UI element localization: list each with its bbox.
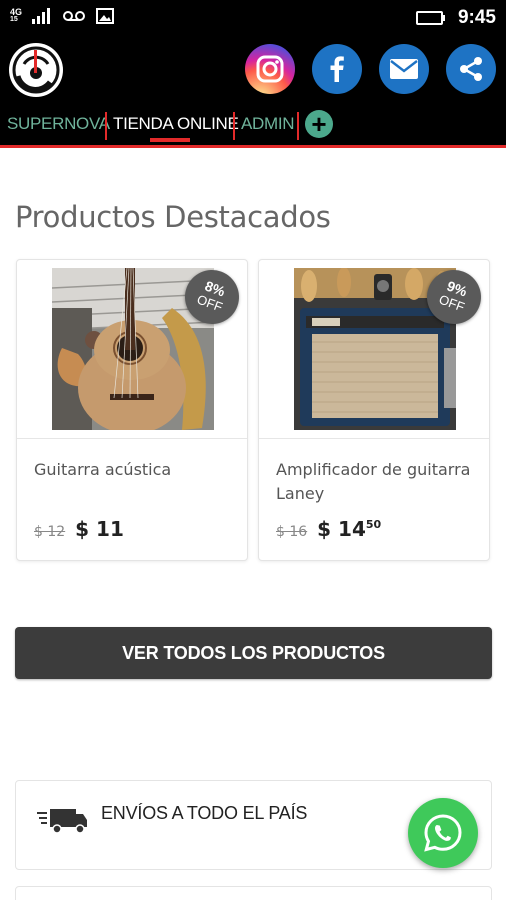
whatsapp-icon bbox=[424, 814, 462, 852]
new-price-value: $ 11 bbox=[75, 517, 124, 541]
nav-separator bbox=[297, 112, 299, 140]
old-price: $ 16 bbox=[276, 524, 308, 540]
status-left: 4G 15 bbox=[10, 8, 115, 24]
old-price: $ 12 bbox=[34, 524, 66, 540]
info-box bbox=[15, 886, 492, 900]
share-icon bbox=[460, 57, 482, 81]
new-price-value: $ 14 bbox=[317, 517, 366, 541]
view-all-products-button[interactable]: VER TODOS LOS PRODUCTOS bbox=[15, 627, 492, 679]
share-button[interactable] bbox=[446, 44, 496, 94]
nav-separator bbox=[233, 112, 235, 140]
facebook-button[interactable] bbox=[312, 44, 362, 94]
image-icon bbox=[96, 8, 115, 24]
tab-tienda-online[interactable]: TIENDA ONLINE bbox=[113, 114, 239, 134]
status-bar: 4G 15 9:45 bbox=[0, 0, 506, 36]
facebook-icon bbox=[330, 56, 344, 82]
mail-icon bbox=[390, 59, 418, 79]
app-header: SUPERNOVA TIENDA ONLINE ADMIN + bbox=[0, 36, 506, 148]
product-card[interactable]: 9% OFF Amplificador de guitarra Laney $ … bbox=[258, 259, 490, 561]
status-right: 9:45 bbox=[415, 7, 496, 29]
active-tab-indicator bbox=[150, 138, 190, 142]
nav-separator bbox=[105, 112, 107, 140]
header-divider bbox=[0, 145, 506, 148]
delivery-truck-icon bbox=[37, 809, 87, 834]
instagram-button[interactable] bbox=[245, 44, 295, 94]
shipping-label: ENVÍOS A TODO EL PAÍS bbox=[101, 803, 308, 823]
new-price-cents: 50 bbox=[365, 518, 382, 531]
email-button[interactable] bbox=[379, 44, 429, 94]
clock: 9:45 bbox=[457, 7, 496, 28]
network-indicator: 4G 15 bbox=[10, 8, 22, 24]
new-price: $ 1450 bbox=[317, 517, 381, 541]
product-prices: $ 16 $ 1450 bbox=[276, 517, 381, 541]
top-nav: SUPERNOVA TIENDA ONLINE ADMIN bbox=[0, 106, 506, 146]
voicemail-icon bbox=[63, 11, 86, 21]
section-title: Productos Destacados bbox=[15, 200, 331, 234]
product-prices: $ 12 $ 11 bbox=[34, 517, 124, 541]
product-card[interactable]: 8% OFF Guitarra acústica $ 12 $ 11 bbox=[16, 259, 248, 561]
card-divider bbox=[259, 438, 489, 439]
tab-admin[interactable]: ADMIN bbox=[241, 114, 295, 134]
tab-supernova[interactable]: SUPERNOVA bbox=[7, 114, 110, 134]
product-name[interactable]: Guitarra acústica bbox=[34, 458, 234, 482]
signal-icon bbox=[32, 8, 51, 24]
card-divider bbox=[17, 438, 247, 439]
add-tab-button[interactable]: + bbox=[305, 110, 333, 138]
supernova-logo[interactable] bbox=[8, 42, 64, 98]
new-price: $ 11 bbox=[75, 517, 124, 541]
instagram-icon bbox=[256, 55, 284, 83]
battery-icon bbox=[415, 11, 445, 25]
product-name[interactable]: Amplificador de guitarra Laney bbox=[276, 458, 476, 506]
network-type: 4G bbox=[10, 7, 23, 17]
network-sub: 15 bbox=[10, 16, 18, 23]
whatsapp-button[interactable] bbox=[408, 798, 478, 868]
